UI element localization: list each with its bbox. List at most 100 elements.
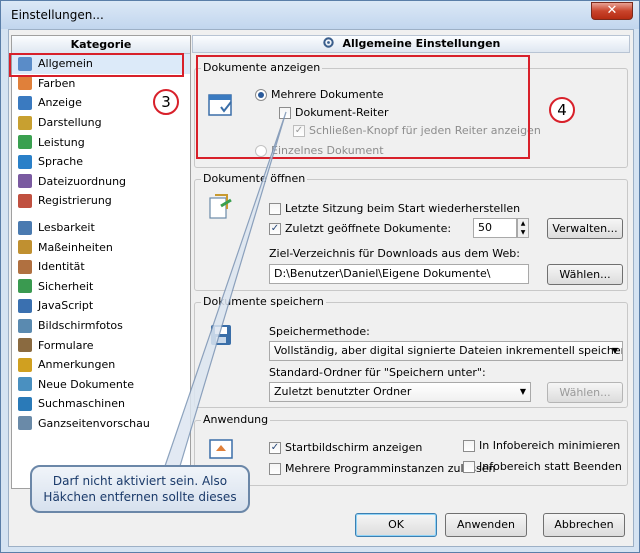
brush-icon bbox=[18, 115, 32, 130]
sidebar-item-label: Farben bbox=[38, 76, 76, 90]
readability-icon bbox=[18, 220, 32, 235]
recent-count-input[interactable]: 50 bbox=[473, 218, 517, 238]
sidebar-item-suchmaschinen[interactable]: Suchmaschinen bbox=[12, 394, 190, 414]
sidebar-item-darstellung[interactable]: Darstellung bbox=[12, 113, 190, 133]
registration-icon bbox=[18, 193, 32, 208]
open-folder-icon bbox=[209, 194, 232, 219]
save-folder-select[interactable]: Zuletzt benutzter Ordner ▼ bbox=[269, 382, 531, 402]
recent-count-spinner[interactable]: ▲ ▼ bbox=[517, 218, 529, 238]
save-folder-label: Standard-Ordner für "Speichern unter": bbox=[269, 366, 486, 379]
title-bar[interactable]: Einstellungen... ✕ bbox=[1, 1, 639, 29]
save-method-value: Vollständig, aber digital signierte Date… bbox=[274, 344, 623, 357]
sidebar-item-label: Dateizuordnung bbox=[38, 174, 127, 188]
download-dir-text: Ziel-Verzeichnis für Downloads aus dem W… bbox=[269, 247, 520, 260]
close-button[interactable]: ✕ bbox=[591, 2, 633, 20]
sidebar-item-javascript[interactable]: JavaScript bbox=[12, 296, 190, 316]
sidebar-item-ganzseitenvorschau[interactable]: Ganzseitenvorschau bbox=[12, 414, 190, 434]
callout-line-2: Häkchen entfernen sollte dieses bbox=[43, 490, 237, 504]
annotation-box-display bbox=[196, 55, 530, 159]
language-icon bbox=[18, 154, 32, 169]
sidebar-item-leistung[interactable]: Leistung bbox=[12, 132, 190, 152]
sidebar-item-maßeinheiten[interactable]: Maßeinheiten bbox=[12, 237, 190, 257]
sidebar-item-label: Sprache bbox=[38, 155, 84, 169]
sidebar-item-label: Leistung bbox=[38, 135, 85, 149]
checkbox-startscreen[interactable]: ✓ Startbildschirm anzeigen bbox=[269, 441, 422, 454]
annotation-marker-4: 4 bbox=[549, 97, 575, 123]
checkbox-multi-instance-box[interactable] bbox=[269, 462, 281, 475]
download-dir-label: Ziel-Verzeichnis für Downloads aus dem W… bbox=[269, 247, 520, 260]
checkbox-multi-instance[interactable]: Mehrere Programminstanzen zulassen bbox=[269, 462, 496, 475]
save-method-select[interactable]: Vollständig, aber digital signierte Date… bbox=[269, 341, 623, 361]
palette-icon bbox=[18, 76, 32, 91]
screenshot-icon bbox=[18, 318, 32, 333]
save-folder-value: Zuletzt benutzter Ordner bbox=[274, 385, 412, 398]
sidebar-item-sicherheit[interactable]: Sicherheit bbox=[12, 277, 190, 297]
sidebar-item-neue-dokumente[interactable]: Neue Dokumente bbox=[12, 375, 190, 395]
chevron-down-icon: ▼ bbox=[611, 346, 618, 355]
manage-button[interactable]: Verwalten... bbox=[547, 218, 623, 239]
cancel-button[interactable]: Abbrechen bbox=[543, 513, 625, 537]
checkbox-startscreen-label: Startbildschirm anzeigen bbox=[285, 441, 423, 454]
checkbox-startscreen-box[interactable]: ✓ bbox=[269, 441, 281, 454]
security-icon bbox=[18, 279, 32, 294]
ok-button[interactable]: OK bbox=[355, 513, 437, 537]
apply-button[interactable]: Anwenden bbox=[445, 513, 527, 537]
sidebar-item-identität[interactable]: Identität bbox=[12, 257, 190, 277]
download-choose-button[interactable]: Wählen... bbox=[547, 264, 623, 285]
full-page-preview-icon bbox=[18, 416, 32, 431]
group-save-title: Dokumente speichern bbox=[201, 295, 326, 308]
save-folder-text: Standard-Ordner für "Speichern unter": bbox=[269, 366, 486, 379]
callout-line-1: Darf nicht aktiviert sein. Also bbox=[52, 474, 228, 488]
checkbox-recent-label: Zuletzt geöffnete Dokumente: bbox=[285, 222, 452, 235]
group-open-title: Dokumente öffnen bbox=[201, 172, 308, 185]
group-save-documents: Dokumente speichern Speichermethode: Vol… bbox=[194, 295, 628, 408]
application-icon bbox=[209, 439, 233, 459]
checkbox-close-tray-label: Infobereich statt Beenden bbox=[479, 460, 622, 473]
save-method-label: Speichermethode: bbox=[269, 325, 370, 338]
sidebar-item-formulare[interactable]: Formulare bbox=[12, 335, 190, 355]
performance-icon bbox=[18, 135, 32, 150]
display-icon bbox=[18, 95, 32, 110]
sidebar-item-label: Sicherheit bbox=[38, 279, 94, 293]
checkbox-minimize-tray-label: In Infobereich minimieren bbox=[479, 439, 621, 452]
sidebar-item-label: Registrierung bbox=[38, 194, 112, 208]
new-document-icon bbox=[18, 377, 32, 392]
checkbox-minimize-tray[interactable]: In Infobereich minimieren bbox=[463, 439, 620, 452]
save-folder-choose-button[interactable]: Wählen... bbox=[547, 382, 623, 403]
sidebar-item-dateizuordnung[interactable]: Dateizuordnung bbox=[12, 172, 190, 192]
checkbox-minimize-tray-box[interactable] bbox=[463, 439, 475, 452]
sidebar-item-anmerkungen[interactable]: Anmerkungen bbox=[12, 355, 190, 375]
checkbox-restore-session[interactable]: Letzte Sitzung beim Start wiederherstell… bbox=[269, 202, 520, 215]
checkbox-recent-documents[interactable]: ✓ Zuletzt geöffnete Dokumente: bbox=[269, 222, 451, 235]
sidebar-item-label: Neue Dokumente bbox=[38, 377, 134, 391]
sidebar-item-label: Suchmaschinen bbox=[38, 397, 125, 411]
checkbox-close-tray-box[interactable] bbox=[463, 460, 475, 473]
annotation-marker-3: 3 bbox=[153, 89, 179, 115]
sidebar-item-label: Lesbarkeit bbox=[38, 221, 95, 235]
settings-header-title: Allgemeine Einstellungen bbox=[342, 37, 501, 50]
checkbox-close-tray[interactable]: Infobereich statt Beenden bbox=[463, 460, 622, 473]
javascript-icon bbox=[18, 298, 32, 313]
category-header: Kategorie bbox=[12, 36, 190, 54]
sidebar-item-label: Bildschirmfotos bbox=[38, 319, 123, 333]
sidebar-item-sprache[interactable]: Sprache bbox=[12, 152, 190, 172]
annotation-icon bbox=[18, 357, 32, 372]
annotation-box-allgemein bbox=[9, 53, 184, 77]
sidebar-item-label: Anmerkungen bbox=[38, 358, 116, 372]
sidebar-item-label: JavaScript bbox=[38, 299, 94, 313]
sidebar-item-registrierung[interactable]: Registrierung bbox=[12, 191, 190, 211]
sidebar-item-label: Formulare bbox=[38, 338, 94, 352]
download-dir-input[interactable]: D:\Benutzer\Daniel\Eigene Dokumente\ bbox=[269, 264, 529, 284]
group-app-title: Anwendung bbox=[201, 413, 271, 426]
checkbox-restore-box[interactable] bbox=[269, 202, 281, 215]
checkbox-restore-label: Letzte Sitzung beim Start wiederherstell… bbox=[285, 202, 521, 215]
sidebar-item-label: Maßeinheiten bbox=[38, 240, 113, 254]
search-engine-icon bbox=[18, 396, 32, 411]
sidebar-item-lesbarkeit[interactable]: Lesbarkeit bbox=[12, 218, 190, 238]
checkbox-recent-box[interactable]: ✓ bbox=[269, 222, 281, 235]
ruler-icon bbox=[18, 240, 32, 255]
sidebar-item-bildschirmfotos[interactable]: Bildschirmfotos bbox=[12, 316, 190, 336]
save-disk-icon bbox=[211, 325, 231, 345]
annotation-callout: Darf nicht aktiviert sein. Also Häkchen … bbox=[30, 465, 250, 513]
identity-icon bbox=[18, 259, 32, 274]
